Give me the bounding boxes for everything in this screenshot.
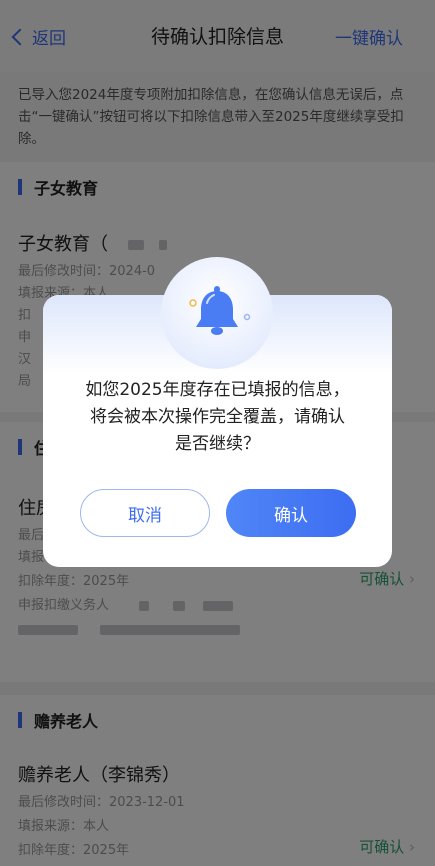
dialog-message: 如您2025年度存在已填报的信息， 将会被本次操作完全覆盖，请确认 是否继续？ — [65, 377, 370, 458]
bell-badge — [161, 257, 273, 369]
cancel-button[interactable]: 取消 — [80, 489, 210, 537]
confirm-button[interactable]: 确认 — [226, 489, 356, 537]
screen: 返回 待确认扣除信息 一键确认 已导入您2024年度专项附加扣除信息，在您确认信… — [0, 0, 435, 866]
dialog-message-line: 如您2025年度存在已填报的信息， — [85, 380, 350, 400]
dialog-message-line: 将会被本次操作完全覆盖，请确认 — [90, 407, 345, 427]
bell-icon — [189, 286, 251, 335]
dialog-message-line: 是否继续？ — [175, 434, 260, 454]
confirm-dialog: 如您2025年度存在已填报的信息， 将会被本次操作完全覆盖，请确认 是否继续？ … — [43, 257, 392, 567]
